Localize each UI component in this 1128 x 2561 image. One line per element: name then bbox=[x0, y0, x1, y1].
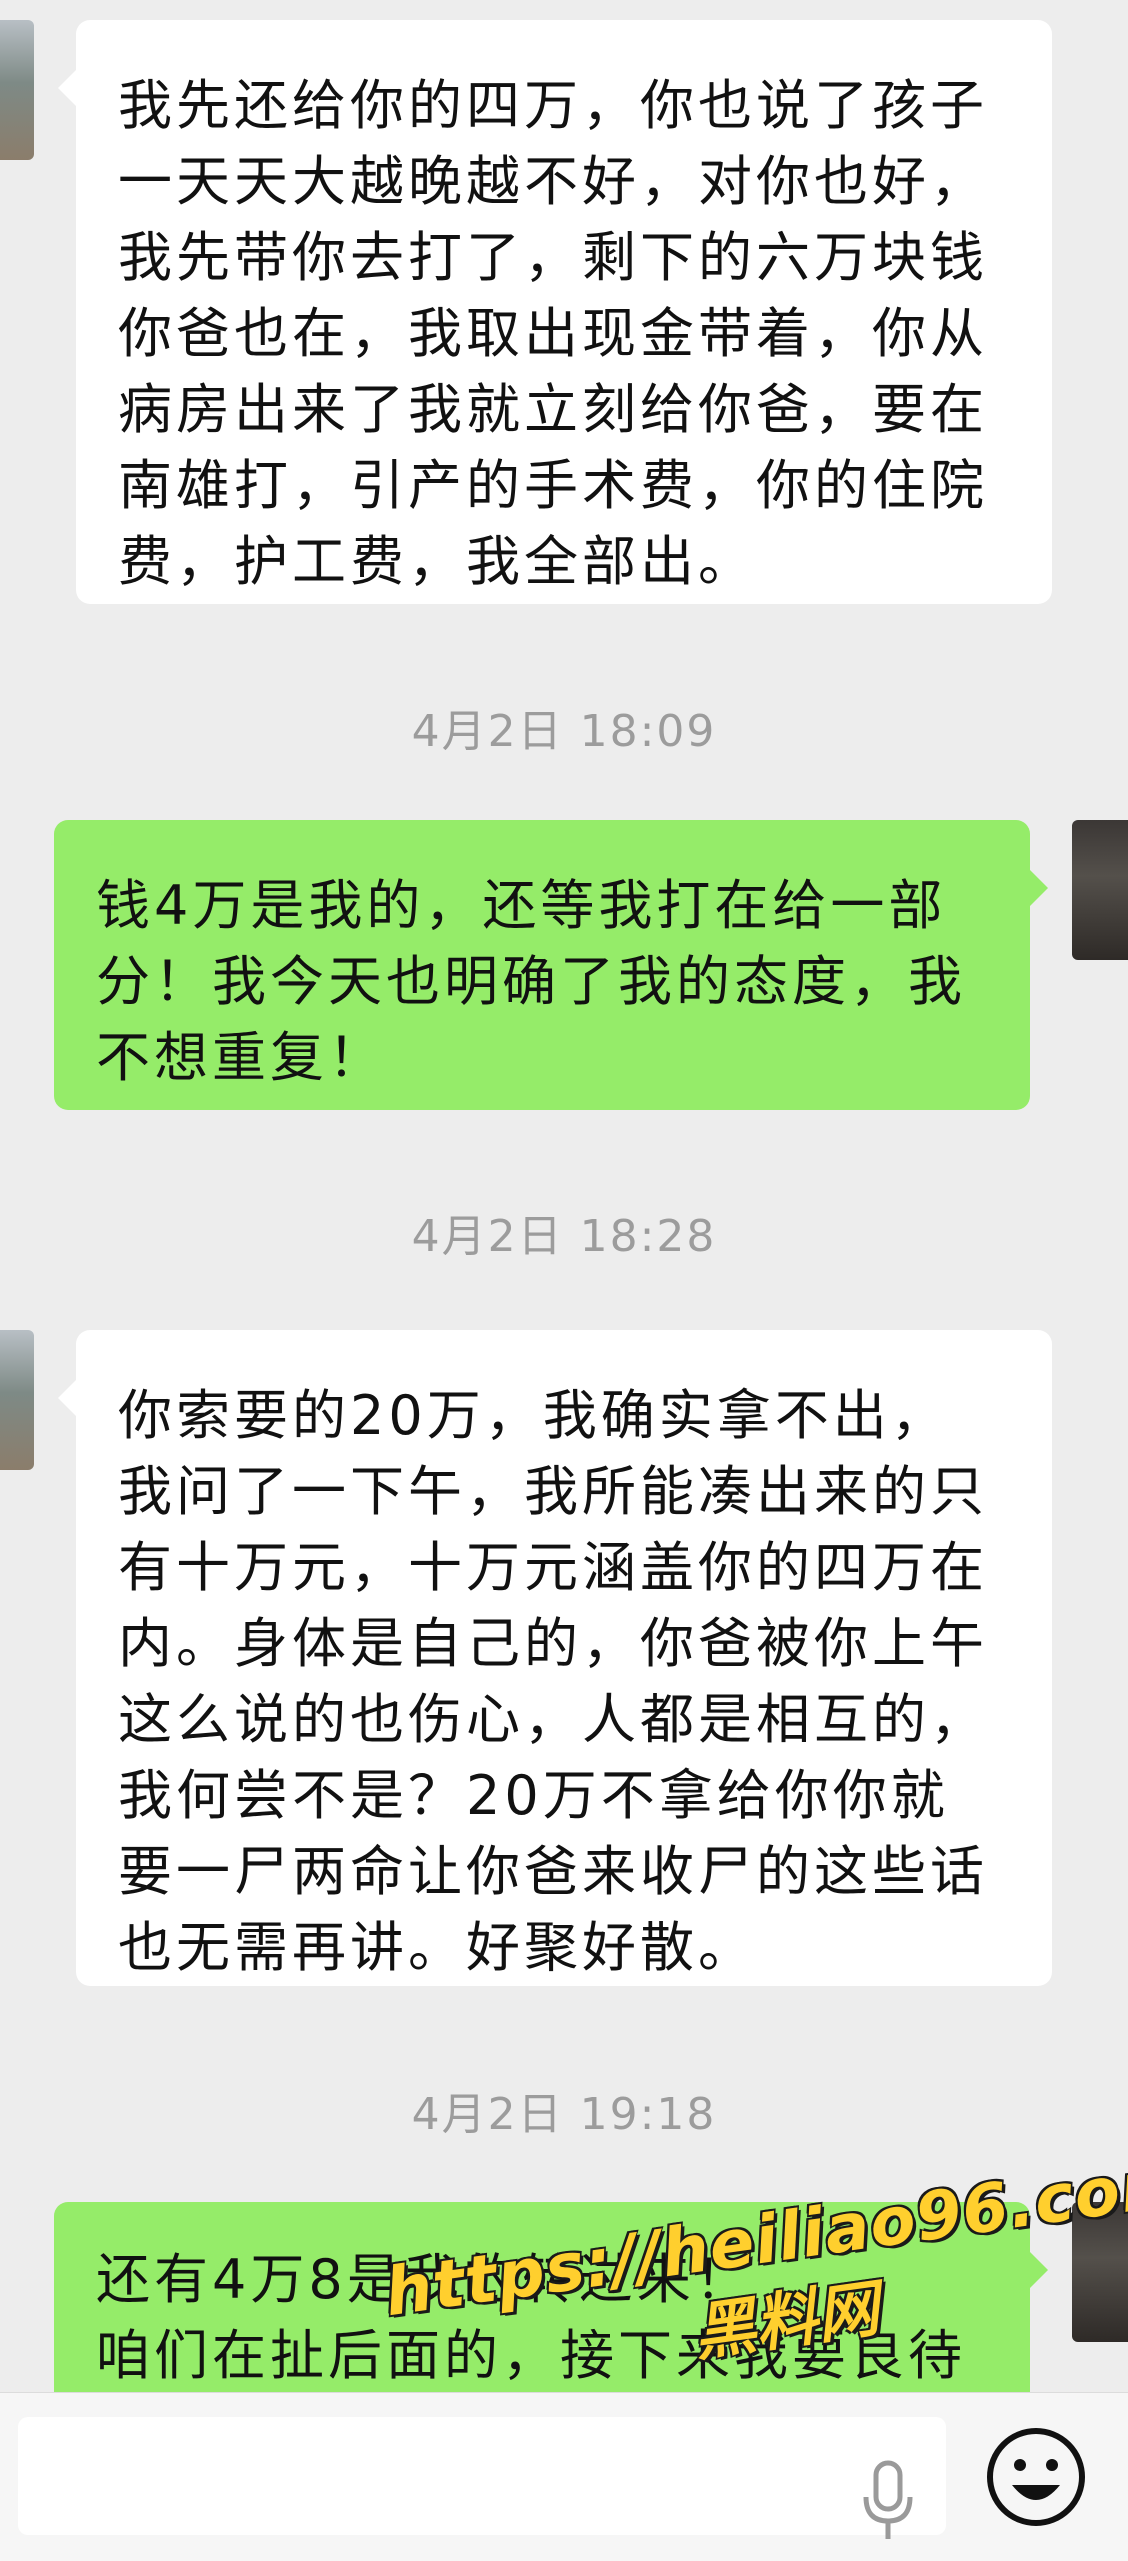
microphone-icon[interactable] bbox=[858, 2459, 918, 2543]
message-timestamp: 4月2日 18:28 bbox=[411, 1211, 717, 1262]
contact-avatar[interactable] bbox=[0, 20, 34, 160]
message-timestamp: 4月2日 18:09 bbox=[411, 706, 717, 757]
incoming-message-bubble[interactable]: 我先还给你的四万，你也说了孩子 一天天大越晚越不好，对你也好， 我先带你去打了，… bbox=[58, 20, 1052, 604]
contact-avatar[interactable] bbox=[0, 1330, 34, 1470]
smiley-icon[interactable] bbox=[982, 2423, 1090, 2531]
outgoing-message-bubble[interactable]: 钱4万是我的，还等我打在给一部 分！我今天也明确了我的态度，我 不想重复！ bbox=[54, 820, 1048, 1110]
message-timestamp: 4月2日 19:18 bbox=[411, 2089, 717, 2140]
incoming-message-bubble[interactable]: 你索要的20万，我确实拿不出， 我问了一下午，我所能凑出来的只 有十万元，十万元… bbox=[58, 1330, 1052, 1986]
user-avatar[interactable] bbox=[1072, 820, 1128, 960]
